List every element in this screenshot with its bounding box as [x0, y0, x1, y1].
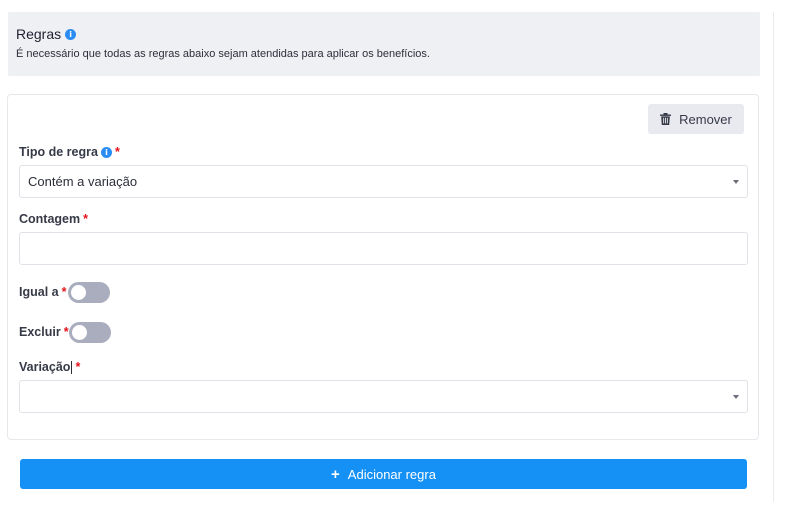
rules-description: É necessário que todas as regras abaixo …	[16, 48, 430, 60]
rule-type-value: Contém a variação	[28, 174, 138, 189]
remove-button-label: Remover	[679, 111, 732, 127]
count-label-text: Contagem	[19, 212, 81, 226]
rules-title: Regras i	[16, 26, 77, 42]
chevron-down-icon	[733, 395, 739, 399]
variation-select[interactable]	[19, 380, 748, 413]
variation-label-text: Variação	[19, 360, 71, 374]
rules-title-text: Regras	[16, 26, 62, 42]
toggle-knob	[71, 285, 86, 300]
equal-to-label: Igual a *	[19, 285, 66, 299]
remove-button[interactable]: Remover	[648, 104, 744, 134]
required-mark: *	[63, 325, 69, 339]
equal-to-label-text: Igual a	[19, 285, 59, 299]
equal-to-toggle[interactable]	[68, 282, 110, 303]
plus-icon: +	[331, 465, 340, 483]
required-mark: *	[114, 145, 120, 159]
text-cursor	[71, 360, 73, 374]
rule-type-select[interactable]: Contém a variação	[19, 165, 748, 198]
rule-card: Remover Tipo de regra i * Contém a varia…	[7, 94, 759, 440]
add-rule-label: Adicionar regra	[347, 466, 436, 482]
count-input[interactable]	[19, 232, 748, 265]
required-mark: *	[75, 360, 81, 374]
required-mark: *	[83, 212, 88, 226]
rule-type-label: Tipo de regra i *	[19, 145, 120, 159]
exclude-label-text: Excluir	[19, 325, 61, 339]
count-label: Contagem *	[19, 212, 88, 226]
info-icon[interactable]: i	[65, 28, 77, 40]
exclude-label: Excluir *	[19, 325, 69, 339]
right-divider	[773, 12, 774, 502]
add-rule-button[interactable]: + Adicionar regra	[20, 459, 747, 489]
trash-icon	[660, 113, 672, 125]
rule-type-label-text: Tipo de regra	[19, 145, 98, 159]
rules-header: Regras i É necessário que todas as regra…	[8, 12, 760, 76]
variation-label: Variação *	[19, 360, 80, 374]
rule-type-info-icon[interactable]: i	[100, 146, 112, 158]
exclude-toggle[interactable]	[69, 322, 111, 343]
toggle-knob	[72, 325, 87, 340]
required-mark: *	[61, 285, 67, 299]
chevron-down-icon	[733, 180, 739, 184]
